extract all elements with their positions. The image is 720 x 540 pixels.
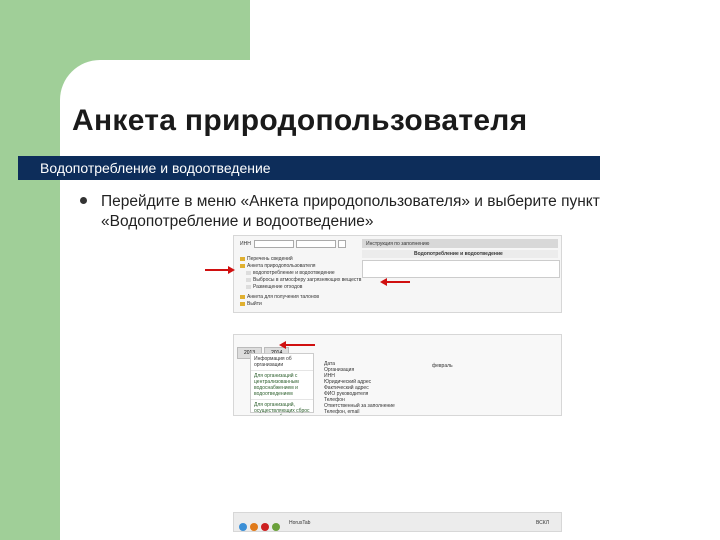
- taskbar-lang-label: ВСКЛ: [536, 520, 549, 526]
- instruction-link[interactable]: Инструкция по заполнению: [366, 241, 429, 247]
- red-arrow-left-2: [279, 341, 315, 349]
- slide-title: Анкета природопользователя: [72, 104, 528, 137]
- go-button[interactable]: [338, 240, 346, 248]
- screenshot-menu: ИНН Инструкция по заполнению Водопотребл…: [233, 235, 562, 313]
- tree-item-1[interactable]: Анкета природопользователя: [240, 263, 315, 269]
- tree-item-0[interactable]: Перечень сведений: [240, 256, 293, 262]
- folder-icon: [240, 294, 245, 299]
- left-pane-item[interactable]: Информация об организации: [251, 354, 313, 371]
- screenshot-taskbar: HorusTab ВСКЛ: [233, 512, 562, 532]
- bullet-dot-icon: [80, 197, 87, 204]
- form-fields: Дата Организация ИНН Юридический адрес Ф…: [324, 361, 395, 415]
- taskbar-icons: [239, 518, 283, 531]
- tree-item-6[interactable]: Выйти: [240, 301, 262, 307]
- bullet-text: Перейдите в меню «Анкета природопользова…: [101, 193, 600, 230]
- document-icon: [246, 284, 251, 289]
- left-pane-item[interactable]: Для организаций с централизованным водос…: [251, 371, 313, 400]
- name-input[interactable]: [296, 240, 336, 248]
- document-icon: [246, 277, 251, 282]
- taskbar-app-label[interactable]: HorusTab: [289, 520, 310, 526]
- inn-label: ИНН: [240, 241, 251, 247]
- period-select[interactable]: февраль: [432, 363, 453, 369]
- form-label: Телефон, email: [324, 409, 360, 415]
- red-arrow-right: [205, 266, 235, 274]
- panel-header: Водопотребление и водоотведение: [414, 251, 503, 257]
- browser-icon[interactable]: [239, 523, 247, 531]
- tree-item-5[interactable]: Анкета для получения талонов: [240, 294, 319, 300]
- firefox-icon[interactable]: [250, 523, 258, 531]
- top-right-white-band: [250, 0, 720, 60]
- tree-item-2[interactable]: водопотребление и водоотведение: [246, 270, 335, 276]
- left-pane-item[interactable]: Для организаций, осуществляющих сброс в …: [251, 400, 313, 415]
- tree-item-4[interactable]: Размещение отходов: [246, 284, 302, 290]
- section-bar-label: Водопотребление и водоотведение: [40, 160, 271, 176]
- panel-table: [362, 260, 560, 278]
- folder-icon: [240, 263, 245, 268]
- folder-icon: [240, 301, 245, 306]
- inn-input[interactable]: [254, 240, 294, 248]
- form-left-pane: Информация об организации Для организаци…: [250, 353, 314, 415]
- document-icon: [246, 270, 251, 275]
- tree-item-3[interactable]: Выбросы в атмосферу загрязняющих веществ: [246, 277, 361, 283]
- folder-icon: [240, 256, 245, 261]
- red-arrow-left: [380, 278, 410, 286]
- app-icon[interactable]: [272, 523, 280, 531]
- top-left-green-band: [0, 0, 250, 60]
- opera-icon[interactable]: [261, 523, 269, 531]
